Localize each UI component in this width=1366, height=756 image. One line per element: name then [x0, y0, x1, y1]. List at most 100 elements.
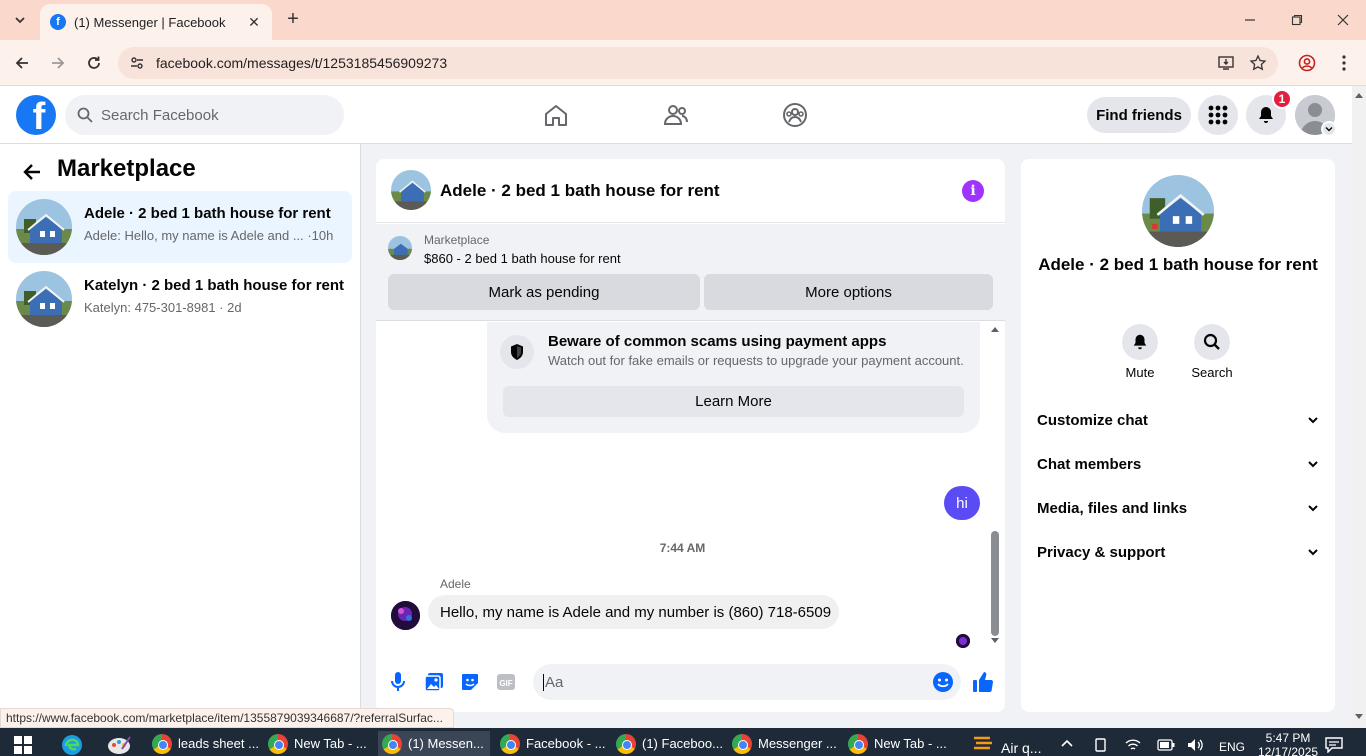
- bookmark-button[interactable]: [1247, 52, 1269, 74]
- chrome-icon: [268, 733, 288, 754]
- taskbar-window[interactable]: (1) Faceboo...: [612, 731, 724, 756]
- page-scrollbar[interactable]: [1352, 86, 1366, 728]
- wifi-icon[interactable]: [1125, 738, 1141, 752]
- thumbs-up-icon: [973, 672, 994, 692]
- facebook-search-input[interactable]: Search Facebook: [65, 95, 344, 135]
- close-window-button[interactable]: [1331, 8, 1355, 32]
- minimize-button[interactable]: [1238, 8, 1262, 32]
- groups-icon: [783, 103, 807, 127]
- taskbar-window-label: (1) Faceboo...: [642, 736, 723, 751]
- taskbar-window[interactable]: New Tab - ...: [844, 731, 956, 756]
- notification-center-button[interactable]: [1325, 737, 1343, 753]
- listing-title[interactable]: $860 - 2 bed 1 bath house for rent: [424, 251, 621, 266]
- start-button[interactable]: [14, 736, 32, 754]
- sticker-button[interactable]: [458, 670, 482, 694]
- battery-icon[interactable]: [1157, 739, 1175, 751]
- mute-button[interactable]: [1122, 324, 1158, 360]
- profile-button[interactable]: [1296, 52, 1318, 74]
- facebook-logo-icon[interactable]: f: [16, 95, 56, 135]
- reload-icon: [88, 56, 100, 69]
- incoming-message-bubble[interactable]: Hello, my name is Adele and my number is…: [428, 595, 839, 629]
- menu-button[interactable]: [1198, 95, 1238, 135]
- taskbar-window[interactable]: Facebook - ...: [496, 731, 608, 756]
- windows-logo-icon: [14, 736, 32, 754]
- emoji-button[interactable]: [931, 670, 955, 694]
- taskbar-window-active[interactable]: (1) Messen...: [378, 731, 490, 756]
- sender-avatar[interactable]: [391, 601, 420, 630]
- clock[interactable]: 5:47 PM 12/17/2025: [1258, 731, 1318, 756]
- show-hidden-icons-button[interactable]: [1060, 738, 1074, 748]
- nav-groups[interactable]: [780, 100, 810, 130]
- taskbar-window-label: New Tab - ...: [874, 736, 947, 751]
- thread-item[interactable]: Adele · 2 bed 1 bath house for rent Adel…: [8, 191, 352, 263]
- grid-menu-icon: [1208, 105, 1228, 125]
- search-conversation-button[interactable]: [1194, 324, 1230, 360]
- listing-thumbnail: [16, 271, 72, 327]
- section-media-files-links[interactable]: Media, files and links: [1029, 488, 1327, 528]
- browser-menu-button[interactable]: [1333, 52, 1355, 74]
- conversation-avatar[interactable]: [391, 170, 431, 210]
- volume-icon[interactable]: [1187, 738, 1205, 752]
- voice-clip-button[interactable]: [386, 670, 410, 694]
- info-icon[interactable]: i: [962, 180, 984, 202]
- search-icon: [77, 107, 93, 123]
- chevron-down-icon: [1325, 127, 1333, 132]
- read-receipt-avatar: [956, 634, 970, 648]
- browser-tab-active[interactable]: f (1) Messenger | Facebook ✕: [40, 4, 272, 40]
- section-chat-members[interactable]: Chat members: [1029, 444, 1327, 484]
- forward-button[interactable]: [45, 50, 71, 76]
- tab-close-icon[interactable]: ✕: [246, 14, 262, 31]
- friends-icon: [663, 105, 688, 125]
- chevron-down-icon: [1308, 461, 1318, 468]
- thread-item[interactable]: Katelyn · 2 bed 1 bath house for rent Ka…: [8, 263, 352, 335]
- install-app-button[interactable]: [1215, 52, 1237, 74]
- sender-name: Adele: [440, 577, 471, 591]
- gif-button[interactable]: GIF: [494, 670, 518, 694]
- microphone-icon: [391, 672, 405, 691]
- account-menu-caret[interactable]: [1321, 121, 1337, 137]
- svg-text:GIF: GIF: [499, 679, 512, 688]
- paint-taskbar-icon[interactable]: [106, 734, 132, 756]
- new-tab-button[interactable]: +: [282, 8, 304, 30]
- taskbar-window[interactable]: Messenger ...: [728, 731, 840, 756]
- listing-thumbnail[interactable]: [388, 236, 412, 260]
- find-friends-button[interactable]: Find friends: [1087, 97, 1191, 133]
- taskbar-window[interactable]: leads sheet ...: [148, 731, 260, 756]
- tab-search-button[interactable]: [8, 8, 32, 32]
- message-input[interactable]: Aa: [533, 664, 961, 700]
- weather-label[interactable]: Air q...: [1001, 740, 1041, 756]
- attach-media-button[interactable]: [422, 670, 446, 694]
- site-info-icon[interactable]: [126, 52, 148, 74]
- back-to-marketplace-button[interactable]: [18, 158, 46, 186]
- nav-home[interactable]: [541, 100, 571, 130]
- photo-icon: [424, 673, 443, 692]
- reload-button[interactable]: [81, 50, 107, 76]
- device-icon[interactable]: [1094, 738, 1108, 752]
- search-placeholder: Search Facebook: [101, 106, 219, 124]
- weather-icon[interactable]: [972, 734, 994, 754]
- details-avatar[interactable]: [1142, 175, 1214, 247]
- profile-icon: [1298, 54, 1316, 72]
- outgoing-message-bubble[interactable]: hi: [944, 486, 980, 520]
- restore-button[interactable]: [1285, 8, 1309, 32]
- back-button[interactable]: [9, 50, 35, 76]
- conversation-scroll-thumb[interactable]: [991, 531, 999, 636]
- learn-more-button[interactable]: Learn More: [503, 386, 964, 417]
- taskbar-window-label: New Tab - ...: [294, 736, 367, 751]
- taskbar-window-label: (1) Messen...: [408, 736, 484, 751]
- send-like-button[interactable]: [971, 670, 995, 694]
- address-bar[interactable]: facebook.com/messages/t/1253185456909273: [118, 47, 1278, 79]
- chat-bubble-icon: [1325, 737, 1343, 753]
- edge-taskbar-icon[interactable]: [60, 734, 84, 756]
- section-customize-chat[interactable]: Customize chat: [1029, 400, 1327, 440]
- language-indicator[interactable]: ENG: [1219, 740, 1245, 754]
- conversation-title[interactable]: Adele · 2 bed 1 bath house for rent: [440, 181, 720, 201]
- section-privacy-support[interactable]: Privacy & support: [1029, 532, 1327, 572]
- more-options-button[interactable]: More options: [704, 274, 993, 310]
- nav-friends[interactable]: [661, 100, 691, 130]
- section-label: Privacy & support: [1037, 543, 1166, 561]
- clock-time: 5:47 PM: [1265, 731, 1311, 745]
- status-bar-url: https://www.facebook.com/marketplace/ite…: [0, 708, 454, 728]
- taskbar-window[interactable]: New Tab - ...: [264, 731, 376, 756]
- mark-as-pending-button[interactable]: Mark as pending: [388, 274, 700, 310]
